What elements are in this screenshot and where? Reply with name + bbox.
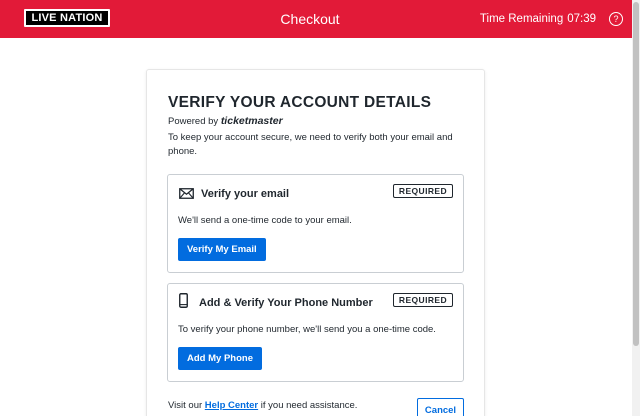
add-phone-button[interactable]: Add My Phone	[178, 347, 262, 370]
verify-email-section: Verify your email REQUIRED We'll send a …	[167, 174, 464, 273]
email-required-badge: REQUIRED	[392, 184, 453, 198]
help-suffix: if you need assistance.	[260, 400, 358, 411]
powered-by-label: Powered by	[168, 116, 219, 127]
phone-section-title: Add & Verify Your Phone Number	[199, 297, 373, 309]
time-remaining: Time Remaining 07:39	[480, 12, 596, 26]
card-heading: VERIFY YOUR ACCOUNT DETAILS	[168, 94, 432, 111]
header-bar: LIVE NATION Checkout Time Remaining 07:39…	[0, 0, 632, 38]
email-section-text: We'll send a one-time code to your email…	[178, 215, 352, 226]
verify-account-card: VERIFY YOUR ACCOUNT DETAILS Powered by t…	[146, 69, 485, 416]
live-nation-logo[interactable]: LIVE NATION	[24, 9, 110, 27]
checkout-page: LIVE NATION Checkout Time Remaining 07:39…	[0, 0, 640, 416]
mobile-phone-icon	[179, 293, 188, 313]
timer-value: 07:39	[567, 13, 596, 25]
ticketmaster-logo: ticketmaster	[220, 115, 283, 127]
verify-phone-section: Add & Verify Your Phone Number REQUIRED …	[167, 283, 464, 382]
scrollbar-thumb[interactable]	[633, 2, 639, 346]
help-prefix: Visit our	[168, 400, 203, 411]
help-line: Visit our Help Center if you need assist…	[168, 400, 357, 411]
phone-required-badge: REQUIRED	[392, 293, 453, 307]
logo-text: LIVE NATION	[26, 11, 108, 25]
timer-label: Time Remaining	[479, 13, 564, 25]
powered-by: Powered by ticketmaster	[168, 115, 283, 127]
phone-section-text: To verify your phone number, we'll send …	[178, 324, 436, 335]
email-section-title: Verify your email	[201, 188, 290, 200]
page-title: Checkout	[280, 11, 340, 27]
scrollbar[interactable]	[632, 0, 640, 416]
help-center-link[interactable]: Help Center	[205, 400, 258, 411]
verify-email-button[interactable]: Verify My Email	[178, 238, 266, 261]
question-circle-icon[interactable]: ?	[609, 12, 623, 26]
card-description: To keep your account secure, we need to …	[168, 132, 453, 157]
envelope-icon	[179, 186, 194, 204]
cancel-button[interactable]: Cancel	[417, 398, 464, 416]
